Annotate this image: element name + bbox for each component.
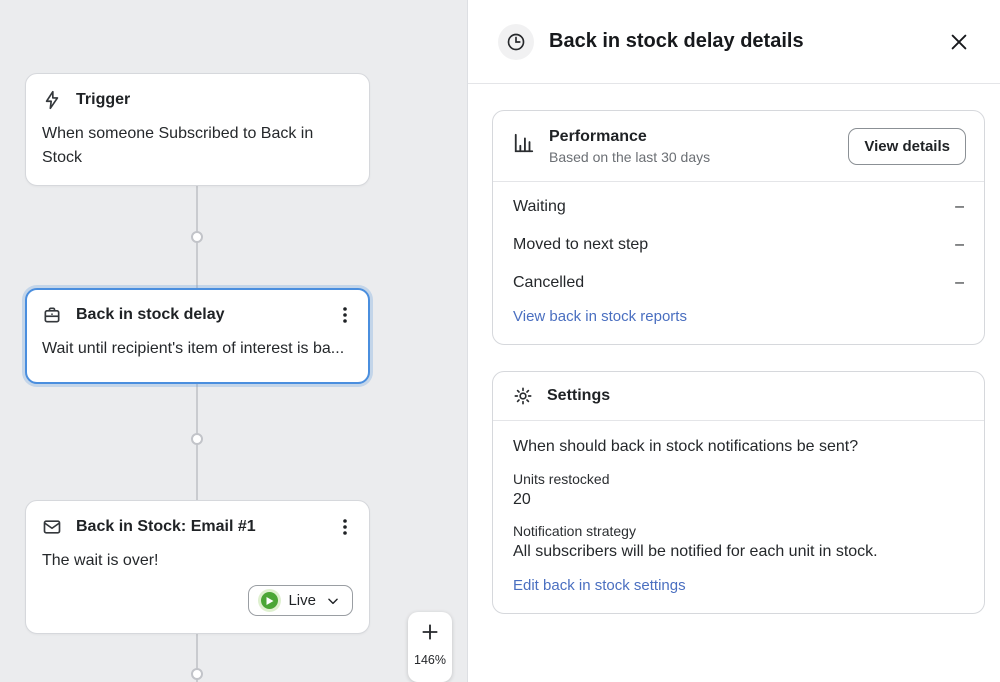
lightning-bolt-icon (42, 90, 62, 110)
kebab-menu-icon[interactable] (337, 305, 353, 325)
trigger-node-card[interactable]: Trigger When someone Subscribed to Back … (25, 73, 370, 186)
view-details-button[interactable]: View details (848, 128, 966, 165)
connector-node-dot[interactable] (191, 668, 203, 680)
edit-back-in-stock-settings-link[interactable]: Edit back in stock settings (513, 577, 686, 594)
close-icon[interactable] (946, 29, 972, 55)
stat-value: – (955, 236, 964, 254)
stat-value: – (955, 198, 964, 216)
field-units-restocked: Units restocked 20 (513, 471, 964, 509)
delay-node-title: Back in stock delay (76, 306, 323, 324)
canvas-zoom-control: 146% (408, 612, 452, 682)
clock-icon (498, 24, 534, 60)
email-status-label: Live (288, 592, 316, 609)
connector-node-dot[interactable] (191, 433, 203, 445)
zoom-level-label: 146% (414, 653, 446, 667)
field-label: Notification strategy (513, 523, 964, 539)
field-value: All subscribers will be notified for eac… (513, 543, 964, 561)
stat-row-cancelled: Cancelled – (493, 264, 984, 302)
delay-node-card[interactable]: Back in stock delay Wait until recipient… (25, 288, 370, 384)
view-back-in-stock-reports-link[interactable]: View back in stock reports (513, 308, 687, 325)
field-label: Units restocked (513, 471, 964, 487)
details-panel: Back in stock delay details Performance … (467, 0, 1000, 682)
email-status-dropdown[interactable]: Live (248, 585, 353, 616)
stat-label: Moved to next step (513, 236, 648, 254)
stat-label: Cancelled (513, 274, 584, 292)
settings-question: When should back in stock notifications … (513, 438, 964, 456)
performance-subtitle: Based on the last 30 days (549, 149, 834, 165)
details-panel-title: Back in stock delay details (549, 30, 931, 53)
stat-label: Waiting (513, 198, 566, 216)
chevron-down-icon (326, 594, 340, 608)
performance-title: Performance (549, 128, 834, 146)
briefcase-icon (42, 305, 62, 325)
email-node-title: Back in Stock: Email #1 (76, 518, 323, 536)
email-node-card[interactable]: Back in Stock: Email #1 The wait is over… (25, 500, 370, 634)
delay-node-description: Wait until recipient's item of interest … (42, 337, 353, 361)
performance-card: Performance Based on the last 30 days Vi… (492, 110, 985, 345)
flow-canvas[interactable]: Trigger When someone Subscribed to Back … (0, 0, 467, 682)
gear-icon (513, 386, 533, 406)
trigger-node-description: When someone Subscribed to Back in Stock (42, 122, 353, 170)
kebab-menu-icon[interactable] (337, 517, 353, 537)
field-notification-strategy: Notification strategy All subscribers wi… (513, 523, 964, 561)
email-node-description: The wait is over! (42, 549, 353, 573)
settings-title: Settings (547, 387, 610, 405)
stat-row-waiting: Waiting – (493, 188, 984, 226)
settings-card: Settings When should back in stock notif… (492, 371, 985, 614)
field-value: 20 (513, 491, 964, 509)
envelope-icon (42, 517, 62, 537)
play-circle-icon (261, 592, 278, 609)
trigger-node-title: Trigger (76, 91, 353, 109)
stat-value: – (955, 274, 964, 292)
zoom-in-button[interactable] (408, 612, 452, 652)
details-panel-header: Back in stock delay details (468, 0, 1000, 84)
stat-row-moved: Moved to next step – (493, 226, 984, 264)
connector-node-dot[interactable] (191, 231, 203, 243)
bar-chart-icon (513, 132, 535, 154)
